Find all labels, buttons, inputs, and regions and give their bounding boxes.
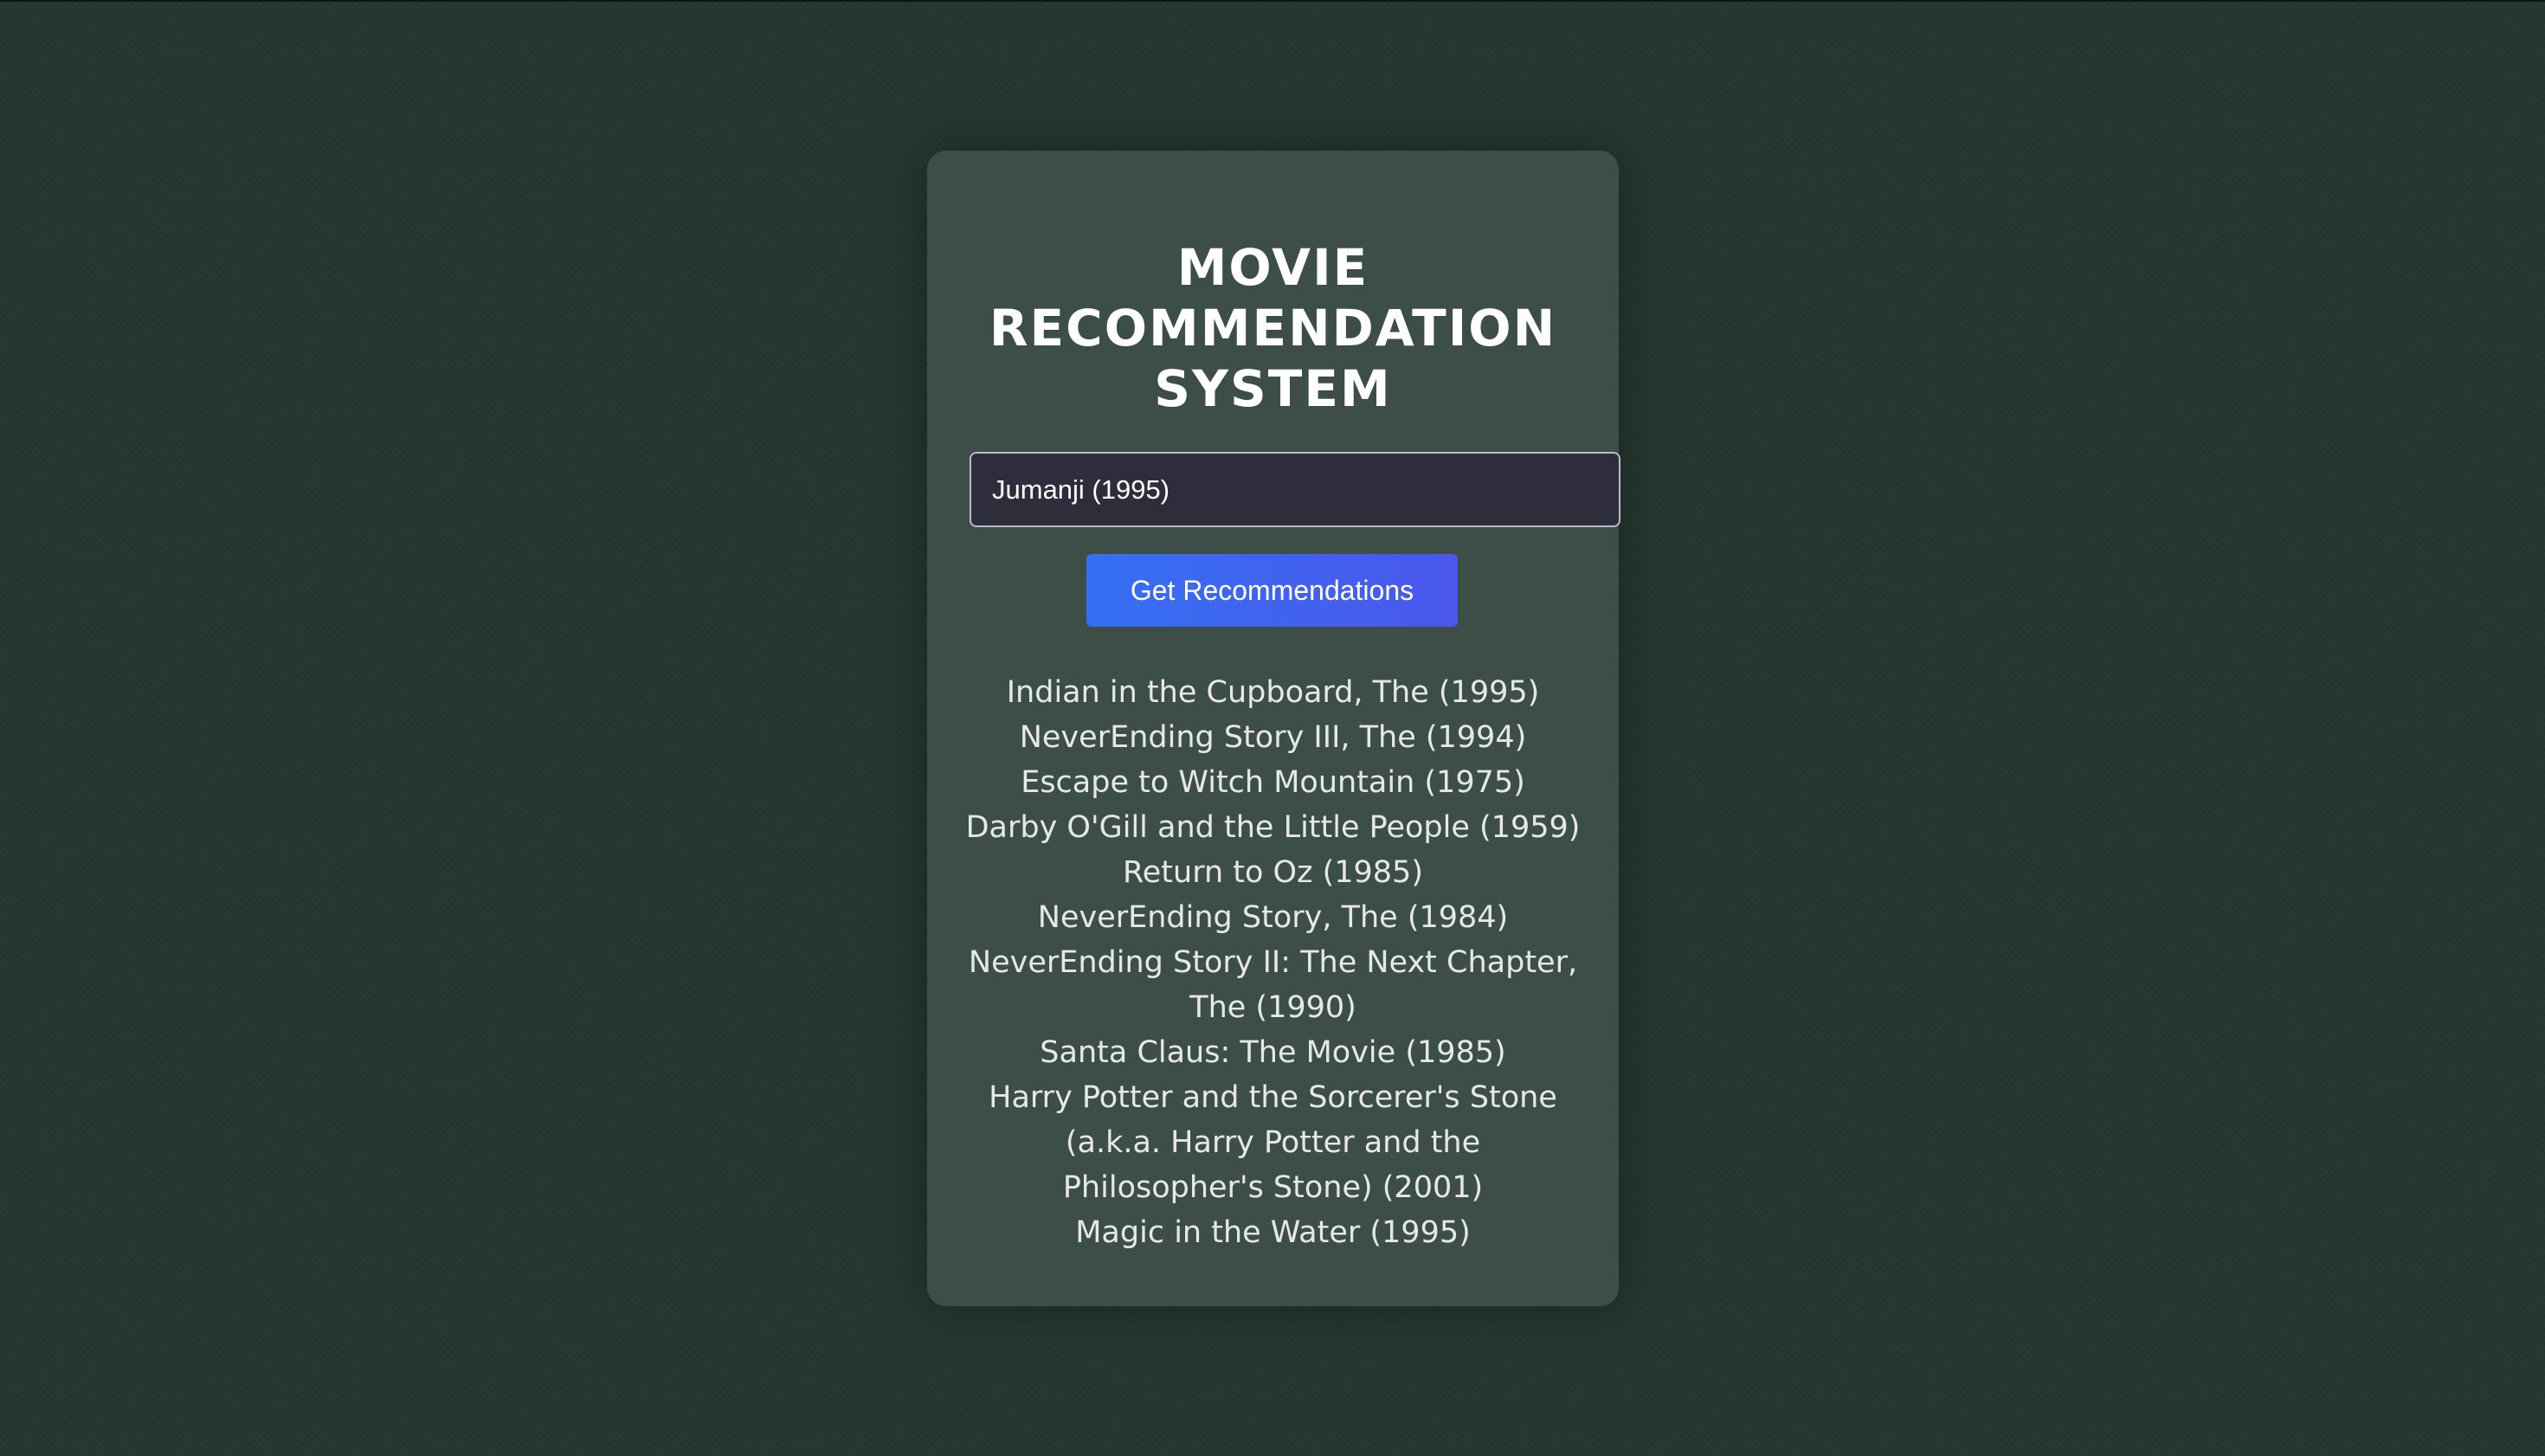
get-recommendations-button[interactable]: Get Recommendations [1086,554,1458,627]
list-item: Santa Claus: The Movie (1985) [1040,1035,1506,1070]
list-item: NeverEnding Story III, The (1994) [1019,720,1527,755]
list-item: Darby O'Gill and the Little People (1959… [965,810,1581,845]
list-item: Escape to Witch Mountain (1975) [1021,765,1525,800]
list-item: Harry Potter and the Sorcerer's Stone (a… [989,1080,1557,1205]
list-item: NeverEnding Story, The (1984) [1037,900,1509,935]
list-item: Indian in the Cupboard, The (1995) [1006,675,1540,710]
list-item: Return to Oz (1985) [1123,855,1423,890]
list-item: Magic in the Water (1995) [1075,1215,1471,1250]
list-item: NeverEnding Story II: The Next Chapter, … [968,945,1578,1025]
recommendation-list: Indian in the Cupboard, The (1995) Never… [962,670,1584,1255]
top-border-line [0,0,2545,2]
recommendation-card: MOVIE RECOMMENDATION SYSTEM Get Recommen… [927,151,1620,1306]
movie-search-input[interactable] [970,452,1620,527]
page-title: MOVIE RECOMMENDATION SYSTEM [989,238,1557,418]
